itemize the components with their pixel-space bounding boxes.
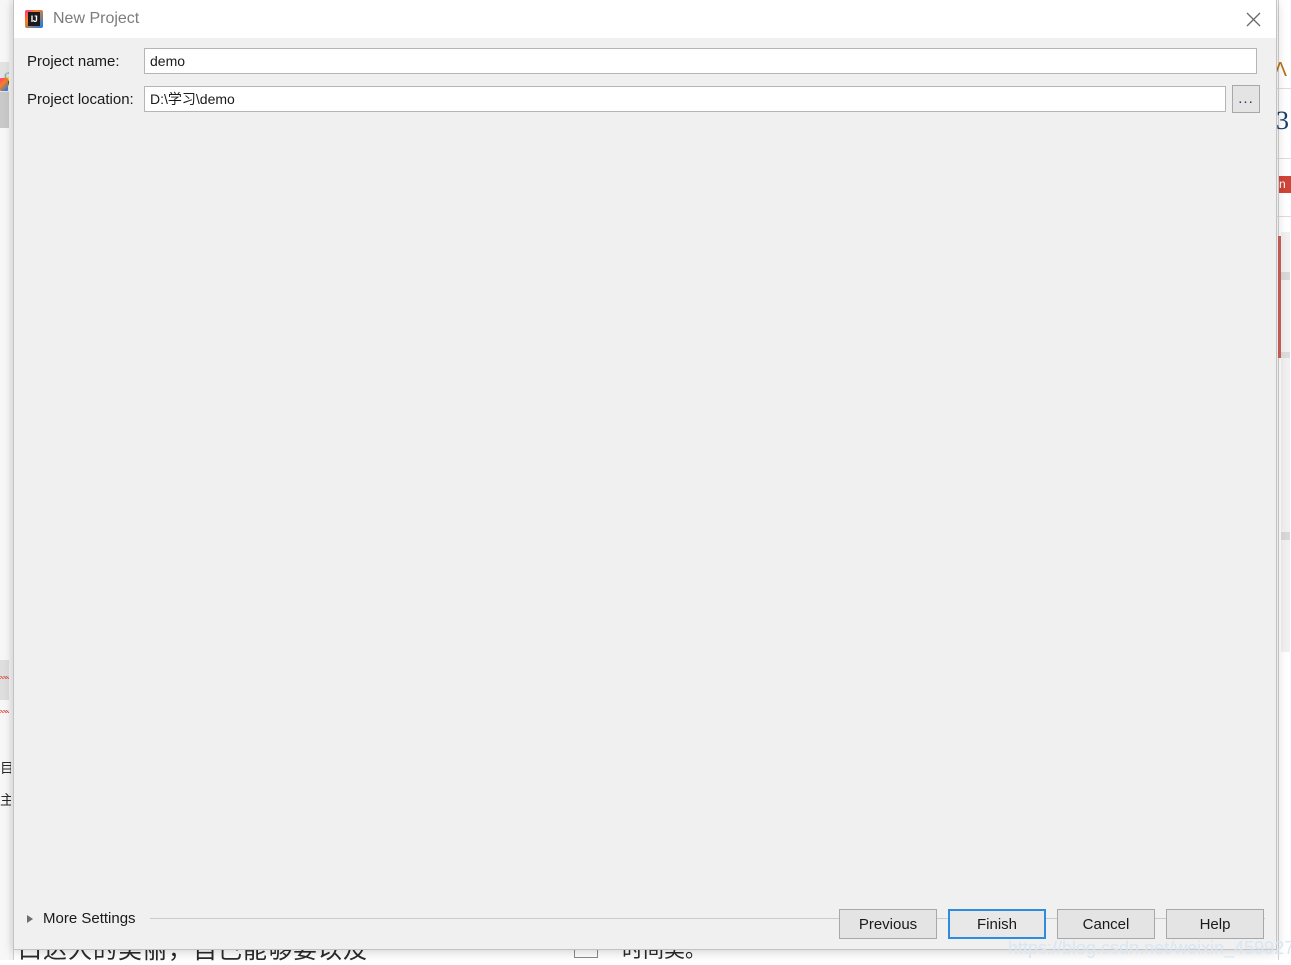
- chevron-right-icon: [27, 915, 33, 923]
- background-right-separator: [1278, 0, 1279, 960]
- more-settings-label: More Settings: [43, 910, 136, 927]
- close-icon: [1246, 12, 1261, 27]
- project-name-input[interactable]: [144, 48, 1257, 74]
- dialog-form-area: Project name: Project location: ...: [14, 38, 1276, 884]
- new-project-dialog: New Project Project name: Project locati…: [13, 0, 1277, 950]
- previous-button[interactable]: Previous: [839, 909, 937, 939]
- background-error-squiggle: [0, 710, 9, 713]
- dialog-button-bar: Previous Finish Cancel Help: [839, 909, 1264, 939]
- help-button[interactable]: Help: [1166, 909, 1264, 939]
- project-location-label: Project location:: [14, 91, 144, 108]
- background-ij-icon: [0, 78, 8, 91]
- background-left-gutter: [0, 0, 9, 960]
- project-name-label: Project name:: [14, 53, 144, 70]
- close-button[interactable]: [1230, 0, 1276, 38]
- project-location-row: Project location: ...: [14, 85, 1260, 113]
- ellipsis-icon: ...: [1238, 94, 1254, 104]
- cancel-button[interactable]: Cancel: [1057, 909, 1155, 939]
- background-right-glyph: 3: [1276, 108, 1289, 134]
- background-error-badge: n: [1279, 176, 1291, 193]
- finish-button[interactable]: Finish: [948, 909, 1046, 939]
- background-error-marker-bar: [1278, 236, 1281, 358]
- project-name-row: Project name:: [14, 48, 1257, 74]
- background-left-cjk-2: 主: [0, 790, 11, 810]
- intellij-idea-icon: [25, 10, 43, 28]
- dialog-title: New Project: [53, 10, 139, 28]
- background-left-cjk-1: 目: [0, 758, 11, 778]
- background-scrollbar[interactable]: [1281, 232, 1290, 652]
- background-error-squiggle: [0, 676, 9, 679]
- dialog-titlebar: New Project: [14, 0, 1276, 38]
- project-location-input[interactable]: [144, 86, 1226, 112]
- browse-location-button[interactable]: ...: [1232, 85, 1260, 113]
